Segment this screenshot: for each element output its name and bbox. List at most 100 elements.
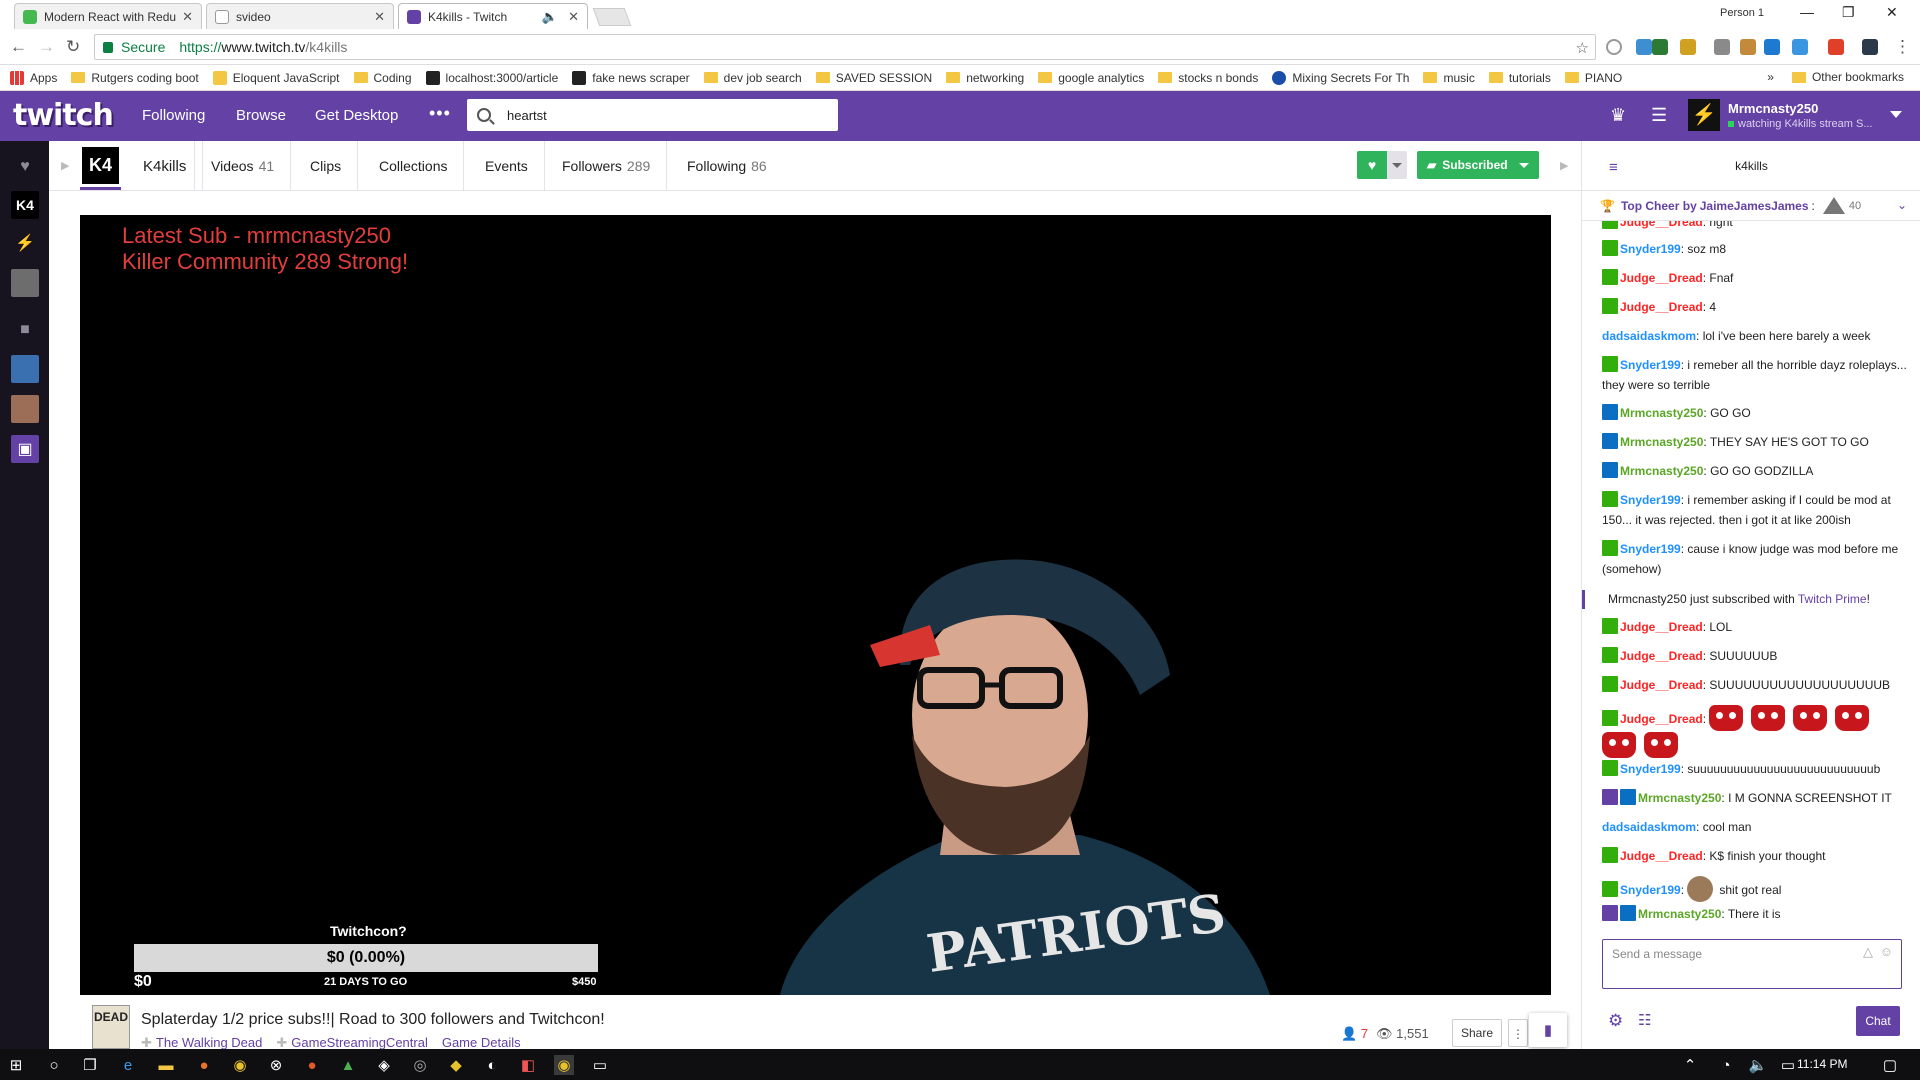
- chevron-up-icon[interactable]: ⌃: [1680, 1055, 1700, 1075]
- chevron-right-icon[interactable]: »: [1767, 70, 1774, 84]
- user-name[interactable]: Mrmcnasty250: [1728, 101, 1818, 116]
- bookmark-coding[interactable]: Coding: [353, 71, 412, 85]
- search-input[interactable]: heartst: [467, 99, 838, 131]
- bookmark-networking[interactable]: networking: [946, 71, 1024, 85]
- bookmark-music[interactable]: music: [1423, 71, 1475, 85]
- extension-icon[interactable]: [1714, 39, 1730, 55]
- nav-browse[interactable]: Browse: [236, 107, 286, 124]
- chat-username[interactable]: Mrmcnasty250: [1620, 406, 1703, 420]
- extension-icon[interactable]: [1636, 39, 1652, 55]
- notifications-icon[interactable]: ▢: [1880, 1055, 1900, 1075]
- bookmark-localhost[interactable]: localhost:3000/article: [425, 70, 558, 85]
- close-window-icon[interactable]: ✕: [1886, 4, 1898, 21]
- camera-icon[interactable]: ■: [11, 316, 39, 344]
- bookmark-google-analytics[interactable]: google analytics: [1038, 71, 1144, 85]
- bookmark-rutgers[interactable]: Rutgers coding boot: [71, 71, 199, 85]
- reload-icon[interactable]: ↻: [66, 37, 80, 57]
- wifi-icon[interactable]: ◔: [1716, 1055, 1736, 1075]
- address-bar[interactable]: Secure https:// www.twitch.tv /k4kills ☆: [94, 34, 1596, 60]
- subscribe-button[interactable]: ▰ Subscribed: [1417, 151, 1539, 179]
- follow-options-button[interactable]: [1387, 151, 1407, 179]
- close-icon[interactable]: ✕: [182, 9, 193, 25]
- xbox-icon[interactable]: ⊗: [266, 1055, 286, 1075]
- bookmark-dev-jobs[interactable]: dev job search: [703, 71, 802, 85]
- menu-icon[interactable]: ⋮: [1894, 37, 1911, 57]
- firefox-icon[interactable]: ●: [194, 1055, 214, 1075]
- whispers-icon[interactable]: ☰: [1651, 105, 1667, 126]
- channel-name[interactable]: K4kills: [127, 141, 204, 191]
- extension-icon[interactable]: [1652, 39, 1668, 55]
- chat-username[interactable]: Snyder199: [1620, 493, 1681, 507]
- chat-username[interactable]: Snyder199: [1620, 762, 1681, 776]
- nav-following[interactable]: Following: [142, 107, 205, 124]
- viewer-list-icon[interactable]: ☷: [1638, 1011, 1651, 1029]
- chat-bubble-icon[interactable]: ▮: [1529, 1013, 1567, 1047]
- tab-events[interactable]: Events: [469, 141, 545, 191]
- chevron-left-icon[interactable]: ▶: [61, 159, 69, 172]
- forward-icon[interactable]: →: [38, 37, 55, 57]
- nav-get-desktop[interactable]: Get Desktop: [315, 107, 398, 124]
- bookmark-stocks[interactable]: stocks n bonds: [1158, 71, 1258, 85]
- chrome-active-icon[interactable]: ◉: [554, 1055, 574, 1075]
- chrome-icon[interactable]: ◉: [230, 1055, 250, 1075]
- close-icon[interactable]: ✕: [374, 9, 385, 25]
- more-menu-icon[interactable]: •••: [429, 103, 451, 124]
- avatar[interactable]: ⚡: [1688, 99, 1720, 131]
- channel-k4-icon[interactable]: K4: [11, 191, 39, 219]
- chat-username[interactable]: Snyder199: [1620, 358, 1681, 372]
- tab-clips[interactable]: Clips: [294, 141, 359, 191]
- close-icon[interactable]: ✕: [568, 9, 579, 25]
- new-tab-button[interactable]: [592, 8, 632, 26]
- bookmark-fake-news[interactable]: fake news scraper: [572, 70, 690, 85]
- chat-message-input[interactable]: Send a message △ ☺: [1602, 939, 1902, 989]
- send-chat-button[interactable]: Chat: [1856, 1006, 1900, 1036]
- bookmark-apps[interactable]: Apps: [10, 70, 57, 85]
- browser-tab-svideo[interactable]: svideo ✕: [206, 3, 394, 29]
- extension-icon[interactable]: [1764, 39, 1780, 55]
- extension-icon[interactable]: [1792, 39, 1808, 55]
- share-button[interactable]: Share: [1452, 1019, 1502, 1047]
- chat-username[interactable]: dadsaidaskmom: [1602, 329, 1696, 343]
- chevron-right-icon[interactable]: ▶: [1560, 159, 1568, 172]
- bookmark-tutorials[interactable]: tutorials: [1488, 71, 1551, 85]
- cortana-icon[interactable]: ○: [44, 1055, 64, 1075]
- task-view-icon[interactable]: ❐: [80, 1055, 100, 1075]
- gear-icon[interactable]: ⚙: [1608, 1011, 1623, 1031]
- chat-username[interactable]: Mrmcnasty250: [1620, 464, 1703, 478]
- bookmark-saved-session[interactable]: SAVED SESSION: [815, 71, 932, 85]
- unity-icon[interactable]: ◈: [374, 1055, 394, 1075]
- chat-username[interactable]: Judge__Dread: [1620, 649, 1703, 663]
- tab-collections[interactable]: Collections: [363, 141, 465, 191]
- file-explorer-icon[interactable]: ▬: [156, 1055, 176, 1075]
- edge-icon[interactable]: e: [118, 1055, 138, 1075]
- terminal-icon[interactable]: ▭: [590, 1055, 610, 1075]
- emoji-icon[interactable]: ☺: [1880, 944, 1893, 959]
- chat-username[interactable]: Judge__Dread: [1620, 300, 1703, 314]
- heart-icon[interactable]: ♥: [11, 153, 39, 181]
- chat-username[interactable]: Mrmcnasty250: [1620, 435, 1703, 449]
- keyboard-icon[interactable]: ▭: [1778, 1055, 1798, 1075]
- chat-username[interactable]: Judge__Dread: [1620, 221, 1703, 229]
- chat-username[interactable]: Snyder199: [1620, 883, 1681, 897]
- app-icon[interactable]: ▲: [338, 1055, 358, 1075]
- bookmark-star-icon[interactable]: ☆: [1576, 39, 1589, 57]
- follow-heart-button[interactable]: ♥: [1357, 151, 1387, 179]
- tab-following[interactable]: Following 86: [671, 141, 783, 191]
- extension-icon[interactable]: [1606, 39, 1622, 55]
- chat-username[interactable]: Mrmcnasty250: [1638, 907, 1721, 921]
- speaker-icon[interactable]: 🔈: [542, 9, 558, 25]
- back-icon[interactable]: ←: [10, 37, 27, 57]
- crown-icon[interactable]: ♛: [1610, 105, 1626, 126]
- channel-avatar[interactable]: K4: [82, 147, 119, 184]
- volume-icon[interactable]: 🔈: [1748, 1055, 1768, 1075]
- app-icon[interactable]: ◐: [482, 1055, 502, 1075]
- channel-avatar-icon[interactable]: [11, 269, 39, 297]
- app-icon[interactable]: ◆: [446, 1055, 466, 1075]
- channel-avatar-icon[interactable]: [11, 355, 39, 383]
- twitch-glitch-icon[interactable]: ▣: [11, 435, 39, 463]
- tab-followers[interactable]: Followers 289: [546, 141, 668, 191]
- twitch-logo[interactable]: twitch: [13, 98, 114, 133]
- app-icon[interactable]: ◧: [518, 1055, 538, 1075]
- chat-username[interactable]: dadsaidaskmom: [1602, 820, 1696, 834]
- tab-videos[interactable]: Videos 41: [194, 141, 292, 191]
